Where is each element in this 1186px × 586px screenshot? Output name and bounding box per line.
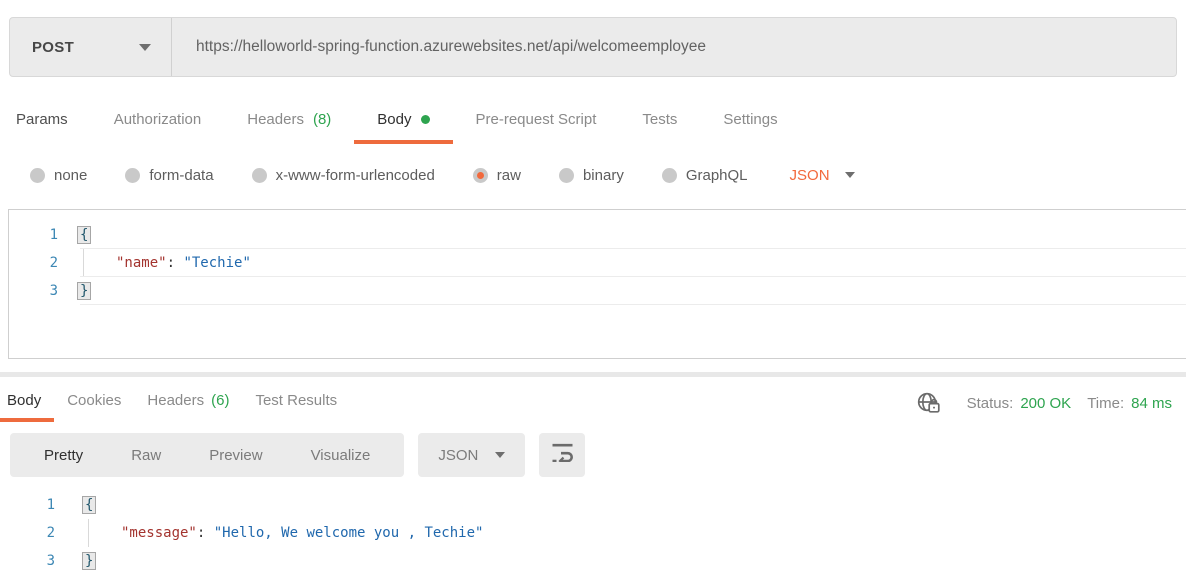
- status-time-group: Status: 200 OK Time: 84 ms: [967, 395, 1172, 412]
- code-line: "message": "Hello, We welcome you , Tech…: [85, 519, 1186, 547]
- json-key: "name": [116, 255, 167, 271]
- tab-settings[interactable]: Settings: [700, 104, 800, 144]
- response-tabs: Body Cookies Headers (6) Test Results: [0, 386, 350, 422]
- radio-icon: [125, 168, 140, 183]
- mode-form-data[interactable]: form-data: [125, 167, 213, 184]
- response-tab-body[interactable]: Body: [0, 386, 54, 422]
- code-line: }: [85, 547, 1186, 575]
- time-value: 84 ms: [1131, 395, 1172, 412]
- mode-x-www-form-urlencoded[interactable]: x-www-form-urlencoded: [252, 167, 435, 184]
- mode-none[interactable]: none: [30, 167, 87, 184]
- indent-guide: [88, 519, 89, 547]
- response-toolbar: Pretty Raw Preview Visualize JSON: [10, 433, 1186, 477]
- caret-down-icon: [495, 452, 505, 458]
- raw-language-select[interactable]: JSON: [790, 167, 855, 184]
- response-body-editor[interactable]: 1 2 3 { "message": "Hello, We welcome yo…: [0, 487, 1186, 582]
- response-tab-headers[interactable]: Headers (6): [134, 386, 242, 422]
- mode-graphql[interactable]: GraphQL: [662, 167, 748, 184]
- view-tab-pretty[interactable]: Pretty: [20, 447, 107, 464]
- wrap-text-icon: [551, 443, 574, 467]
- request-url-input[interactable]: https://helloworld-spring-function.azure…: [172, 18, 1176, 76]
- response-tab-test-results[interactable]: Test Results: [242, 386, 350, 422]
- green-dot-icon: [421, 115, 430, 124]
- postman-request-view: POST https://helloworld-spring-function.…: [0, 17, 1186, 586]
- section-divider: [0, 372, 1186, 377]
- mode-raw[interactable]: raw: [473, 167, 521, 184]
- json-value: "Hello, We welcome you , Techie": [214, 525, 484, 541]
- radio-icon: [559, 168, 574, 183]
- tab-headers[interactable]: Headers (8): [224, 104, 354, 144]
- time-label: Time:: [1087, 395, 1124, 412]
- request-url-text: https://helloworld-spring-function.azure…: [196, 38, 706, 56]
- tab-body[interactable]: Body: [354, 104, 452, 144]
- response-tab-cookies[interactable]: Cookies: [54, 386, 134, 422]
- view-tab-visualize[interactable]: Visualize: [287, 447, 395, 464]
- status-value: 200 OK: [1020, 395, 1071, 412]
- open-brace: {: [77, 226, 91, 244]
- raw-language-value: JSON: [790, 167, 830, 184]
- view-tab-raw[interactable]: Raw: [107, 447, 185, 464]
- response-headers-count-badge: (6): [211, 392, 229, 409]
- code-line: {: [80, 221, 1186, 249]
- radio-selected-icon: [473, 168, 488, 183]
- request-tabs: Params Authorization Headers (8) Body Pr…: [0, 104, 1186, 144]
- response-view-group: Pretty Raw Preview Visualize: [10, 433, 404, 477]
- response-language-select[interactable]: JSON: [418, 433, 525, 477]
- line-number: 2: [0, 519, 55, 547]
- radio-icon: [30, 168, 45, 183]
- request-body-editor[interactable]: 1 2 3 { "name": "Techie" }: [8, 209, 1186, 359]
- radio-icon: [252, 168, 267, 183]
- tab-params[interactable]: Params: [2, 104, 91, 144]
- indent-guide: [83, 249, 84, 276]
- response-editor-code: { "message": "Hello, We welcome you , Te…: [85, 491, 1186, 582]
- status-label: Status:: [967, 395, 1014, 412]
- line-number: 3: [9, 277, 58, 305]
- response-editor-gutter: 1 2 3: [0, 491, 55, 582]
- status-pair: Status: 200 OK: [967, 395, 1072, 412]
- line-number: 1: [9, 221, 58, 249]
- http-method-select[interactable]: POST: [10, 18, 172, 76]
- response-meta-row: Body Cookies Headers (6) Test Results: [0, 386, 1186, 422]
- code-line: "name": "Techie": [80, 249, 1186, 277]
- line-number: 1: [0, 491, 55, 519]
- tab-authorization[interactable]: Authorization: [91, 104, 225, 144]
- caret-down-icon: [845, 172, 855, 178]
- headers-count-badge: (8): [313, 111, 331, 128]
- request-editor-code: { "name": "Techie" }: [80, 221, 1186, 305]
- tab-pre-request-script[interactable]: Pre-request Script: [453, 104, 620, 144]
- open-brace: {: [82, 496, 96, 514]
- globe-lock-icon[interactable]: [916, 391, 943, 416]
- body-mode-row: none form-data x-www-form-urlencoded raw…: [0, 160, 1186, 190]
- caret-down-icon: [139, 44, 151, 51]
- wrap-text-button[interactable]: [539, 433, 585, 477]
- request-editor-gutter: 1 2 3: [9, 221, 80, 305]
- json-colon: :: [167, 255, 175, 271]
- close-brace: }: [82, 552, 96, 570]
- line-number: 2: [9, 249, 58, 277]
- view-tab-preview[interactable]: Preview: [185, 447, 286, 464]
- code-line: {: [85, 491, 1186, 519]
- code-line: }: [80, 277, 1186, 305]
- json-value: "Techie": [183, 255, 250, 271]
- close-brace: }: [77, 282, 91, 300]
- time-pair: Time: 84 ms: [1087, 395, 1172, 412]
- line-number: 3: [0, 547, 55, 575]
- response-language-value: JSON: [438, 447, 478, 464]
- mode-binary[interactable]: binary: [559, 167, 624, 184]
- response-status-area: Status: 200 OK Time: 84 ms: [916, 386, 1172, 416]
- json-key: "message": [121, 525, 197, 541]
- radio-icon: [662, 168, 677, 183]
- request-url-bar: POST https://helloworld-spring-function.…: [9, 17, 1177, 77]
- tab-tests[interactable]: Tests: [619, 104, 700, 144]
- http-method-value: POST: [32, 39, 74, 56]
